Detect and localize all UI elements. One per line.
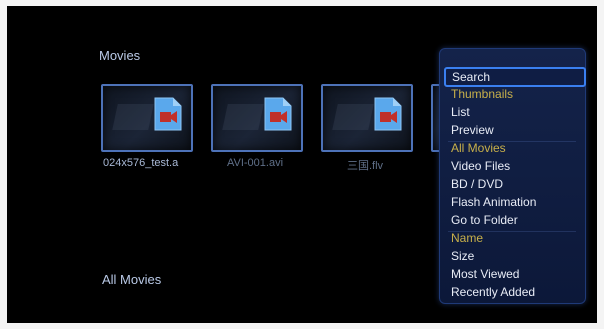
menu-item-name[interactable]: Name bbox=[451, 230, 579, 246]
media-browser-screen: Movies 024x576_test.a AVI-001.avi 三国.flv… bbox=[7, 6, 597, 323]
menu-item-bd-dvd[interactable]: BD / DVD bbox=[451, 176, 579, 192]
video-file-icon bbox=[264, 97, 292, 131]
menu-item-all-movies[interactable]: All Movies bbox=[451, 140, 579, 156]
thumbnail-caption-2: AVI-001.avi bbox=[226, 157, 284, 169]
menu-item-preview[interactable]: Preview bbox=[451, 122, 579, 138]
video-thumbnail-2[interactable] bbox=[211, 84, 303, 152]
menu-item-flash-animation[interactable]: Flash Animation bbox=[451, 194, 579, 210]
footer-view-label: All Movies bbox=[102, 272, 162, 287]
video-thumbnail-1[interactable] bbox=[101, 84, 193, 152]
menu-item-size[interactable]: Size bbox=[451, 248, 579, 264]
menu-item-thumbnails[interactable]: Thumbnails bbox=[451, 86, 579, 102]
video-file-icon bbox=[374, 97, 402, 131]
menu-item-list[interactable]: List bbox=[451, 104, 579, 120]
section-title: Movies bbox=[99, 48, 141, 63]
thumbnail-caption-3: 三国.flv bbox=[346, 160, 384, 172]
options-menu: Search Thumbnails List Preview All Movie… bbox=[439, 48, 586, 304]
menu-item-recently-added[interactable]: Recently Added bbox=[451, 284, 579, 300]
video-thumbnail-3[interactable] bbox=[321, 84, 413, 152]
menu-item-video-files[interactable]: Video Files bbox=[451, 158, 579, 174]
menu-item-search[interactable]: Search bbox=[444, 67, 586, 87]
menu-item-go-to-folder[interactable]: Go to Folder bbox=[451, 212, 579, 228]
menu-item-most-viewed[interactable]: Most Viewed bbox=[451, 266, 579, 282]
thumbnail-caption-1: 024x576_test.a bbox=[103, 157, 179, 169]
video-file-icon bbox=[154, 97, 182, 131]
